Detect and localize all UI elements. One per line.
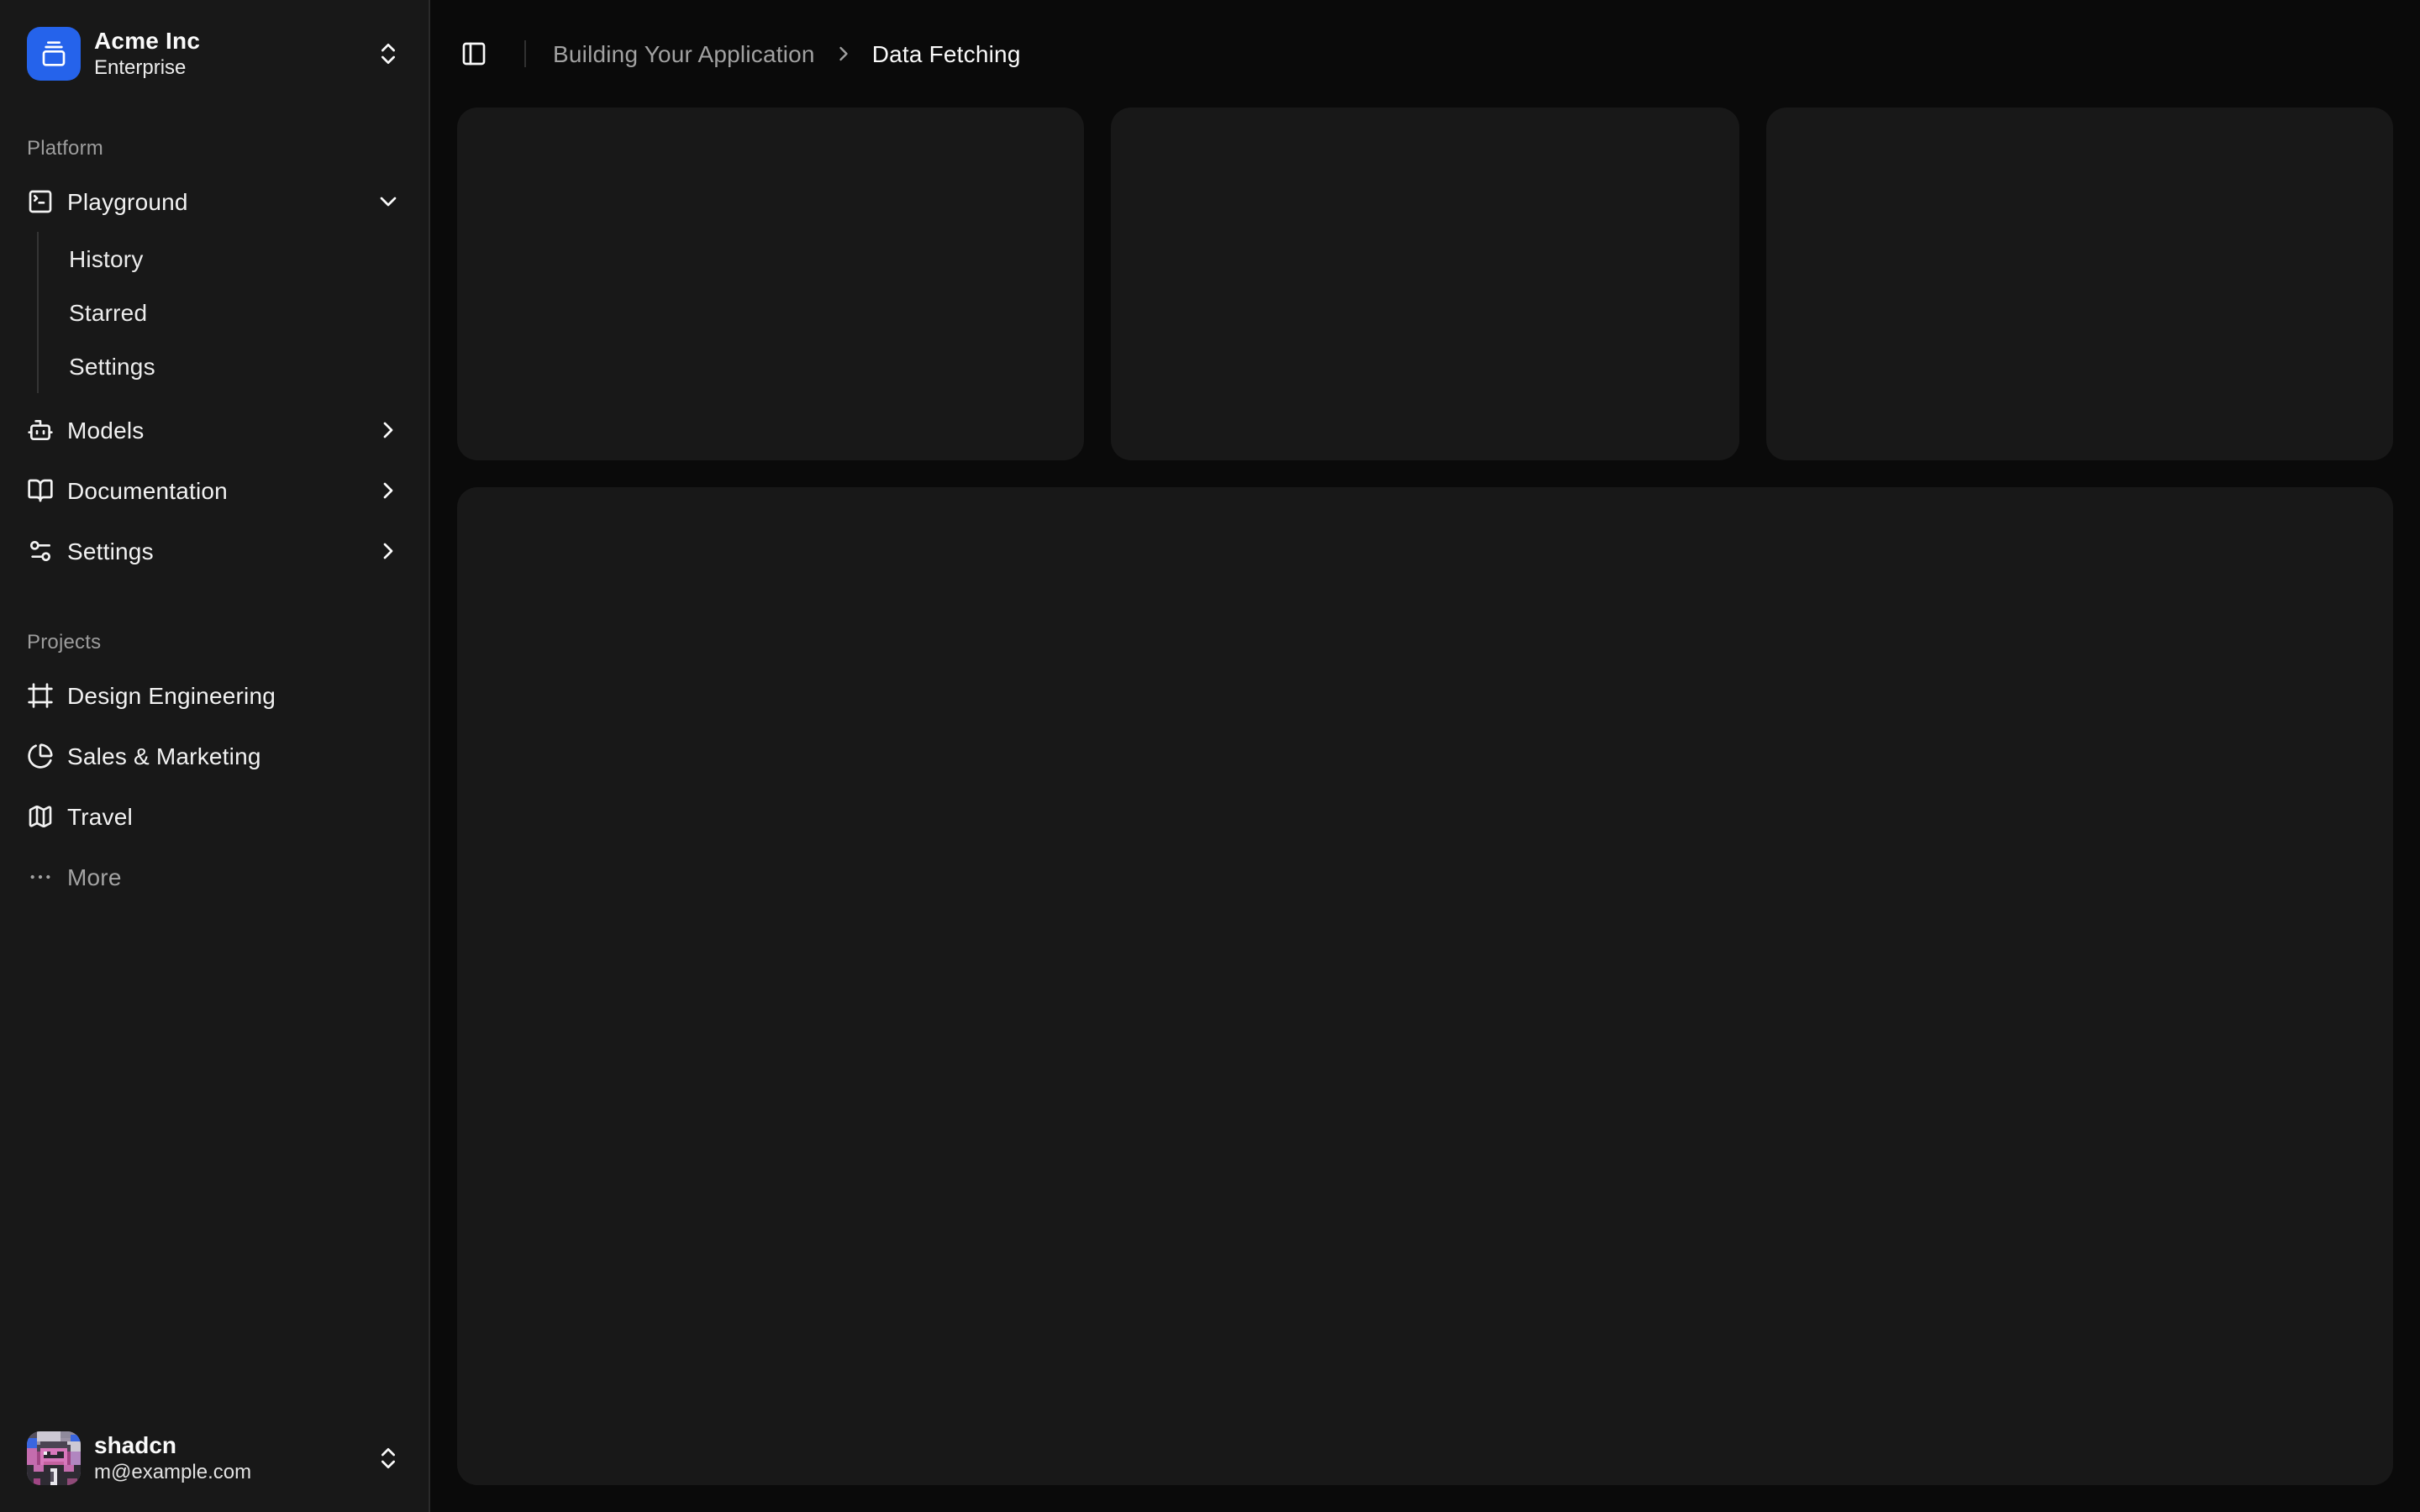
group-label-platform: Platform — [13, 121, 415, 175]
team-name: Acme Inc — [94, 27, 361, 56]
sidebar-group-platform: Platform Playground — [0, 108, 429, 591]
chevron-down-icon — [375, 188, 402, 215]
page-content — [430, 108, 2420, 1512]
user-menu-button[interactable]: shadcn m@example.com — [13, 1418, 415, 1499]
sidebar-footer: shadcn m@example.com — [0, 1404, 429, 1512]
sidebar-item-design-engineering[interactable]: Design Engineering — [13, 669, 415, 722]
sidebar-item-sales-marketing[interactable]: Sales & Marketing — [13, 729, 415, 783]
playground-submenu: History Starred Settings — [37, 232, 415, 393]
user-text: shadcn m@example.com — [94, 1431, 361, 1486]
vertical-separator — [524, 40, 526, 67]
sidebar-item-playground[interactable]: Playground — [13, 175, 415, 228]
chevron-right-icon — [375, 538, 402, 564]
sidebar-group-projects: Projects Design Engineering — [0, 601, 429, 917]
sidebar: Acme Inc Enterprise Platform — [0, 0, 430, 1512]
sidebar-header: Acme Inc Enterprise — [0, 0, 429, 108]
gallery-vertical-end-icon — [40, 40, 67, 67]
sidebar-toggle-button[interactable] — [450, 30, 497, 77]
team-logo — [27, 27, 81, 81]
sidebar-subitem-settings[interactable]: Settings — [55, 343, 415, 390]
placeholder-card — [1112, 108, 1739, 460]
sidebar-subitem-history[interactable]: History — [55, 235, 415, 282]
app-window: Acme Inc Enterprise Platform — [0, 0, 2420, 1512]
team-switcher-button[interactable]: Acme Inc Enterprise — [13, 13, 415, 94]
placeholder-card — [1765, 108, 2393, 460]
map-icon — [27, 803, 54, 830]
sidebar-item-documentation[interactable]: Documentation — [13, 464, 415, 517]
sidebar-item-settings[interactable]: Settings — [13, 524, 415, 578]
sidebar-item-travel[interactable]: Travel — [13, 790, 415, 843]
panel-left-icon — [460, 40, 487, 67]
placeholder-card-grid — [457, 108, 2393, 460]
group-label-projects: Projects — [13, 615, 415, 669]
user-email: m@example.com — [94, 1461, 361, 1486]
topbar: Building Your Application Data Fetching — [430, 0, 2420, 108]
breadcrumb-chevron-icon — [832, 42, 855, 66]
sidebar-content: Platform Playground — [0, 108, 429, 1404]
avatar — [27, 1431, 81, 1485]
bot-icon — [27, 417, 54, 444]
sidebar-item-playground-wrap: Playground History Starred Settings — [13, 175, 415, 396]
breadcrumb: Building Your Application Data Fetching — [553, 40, 1021, 67]
chevrons-up-down-icon — [375, 1445, 402, 1472]
square-terminal-icon — [27, 188, 54, 215]
chevron-right-icon — [375, 417, 402, 444]
chevron-right-icon — [375, 477, 402, 504]
settings-sliders-icon — [27, 538, 54, 564]
ellipsis-icon — [27, 864, 54, 890]
breadcrumb-parent-link[interactable]: Building Your Application — [553, 40, 815, 67]
sidebar-item-models[interactable]: Models — [13, 403, 415, 457]
sidebar-item-more[interactable]: More — [13, 850, 415, 904]
pie-chart-icon — [27, 743, 54, 769]
main-area: Building Your Application Data Fetching — [430, 0, 2420, 1512]
user-name: shadcn — [94, 1431, 361, 1461]
placeholder-panel — [457, 487, 2393, 1485]
placeholder-card — [457, 108, 1085, 460]
team-text: Acme Inc Enterprise — [94, 27, 361, 81]
book-open-icon — [27, 477, 54, 504]
frame-icon — [27, 682, 54, 709]
team-plan: Enterprise — [94, 56, 361, 81]
chevrons-up-down-icon — [375, 40, 402, 67]
breadcrumb-current-page: Data Fetching — [872, 40, 1021, 67]
sidebar-subitem-starred[interactable]: Starred — [55, 289, 415, 336]
